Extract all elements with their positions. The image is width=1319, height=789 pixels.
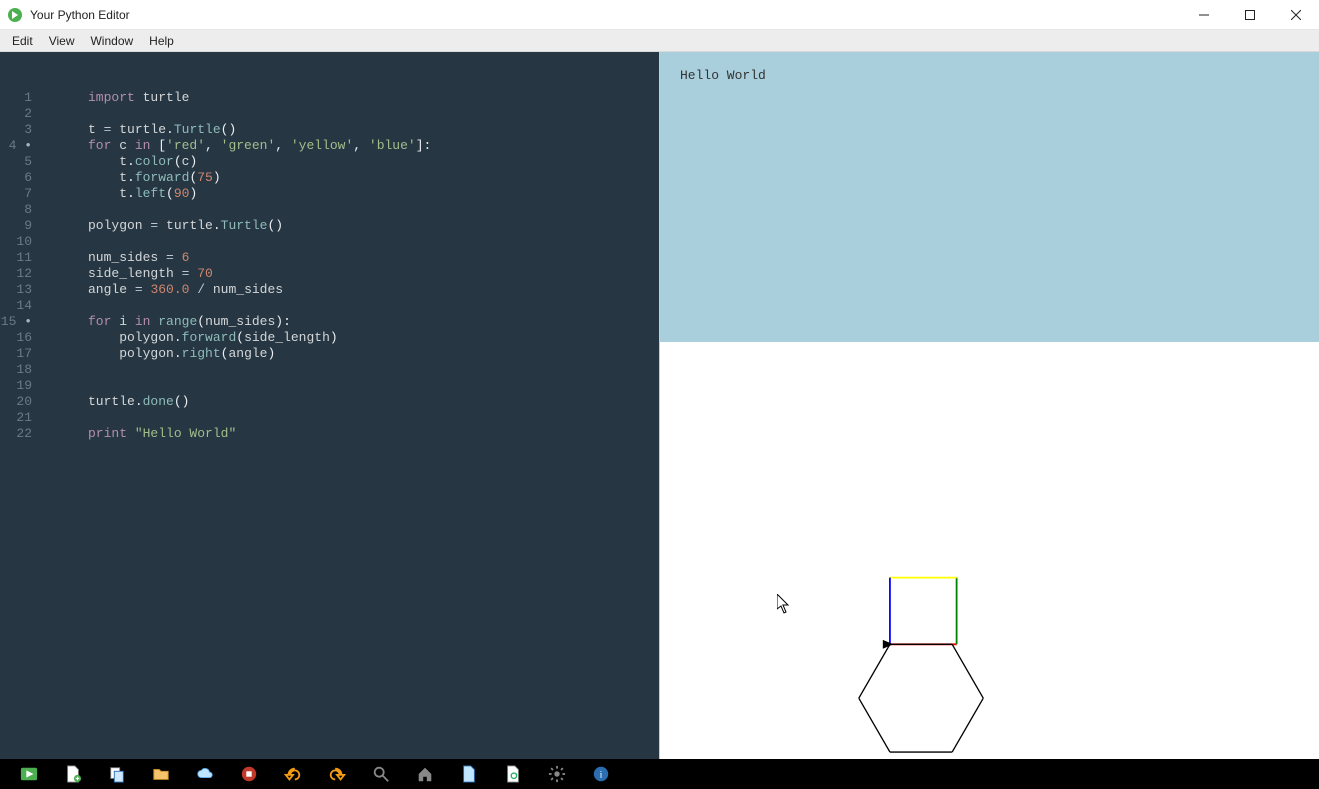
mouse-cursor-icon [777, 594, 791, 614]
line-number: 1 [0, 90, 32, 106]
copy-icon[interactable] [106, 763, 128, 785]
code-line[interactable]: polygon.forward(side_length) [88, 330, 659, 346]
settings-icon[interactable] [546, 763, 568, 785]
folder-icon[interactable] [150, 763, 172, 785]
code-line[interactable] [88, 378, 659, 394]
app-icon [8, 8, 22, 22]
code-line[interactable]: num_sides = 6 [88, 250, 659, 266]
code-line[interactable]: import turtle [88, 90, 659, 106]
menu-window[interactable]: Window [82, 32, 141, 50]
line-number: 2 [0, 106, 32, 122]
bottom-toolbar: i [0, 759, 1319, 789]
code-line[interactable]: for i in range(num_sides): [88, 314, 659, 330]
code-line[interactable]: t.forward(75) [88, 170, 659, 186]
code-line[interactable]: t = turtle.Turtle() [88, 122, 659, 138]
line-number: 18 [0, 362, 32, 378]
code-line[interactable]: for c in ['red', 'green', 'yellow', 'blu… [88, 138, 659, 154]
code-line[interactable] [88, 106, 659, 122]
refresh-file-icon[interactable] [502, 763, 524, 785]
code-line[interactable]: print "Hello World" [88, 426, 659, 442]
line-number: 14 [0, 298, 32, 314]
home-icon[interactable] [414, 763, 436, 785]
code-line[interactable] [88, 234, 659, 250]
line-number: 6 [0, 170, 32, 186]
cloud-icon[interactable] [194, 763, 216, 785]
search-icon[interactable] [370, 763, 392, 785]
svg-text:i: i [600, 770, 603, 781]
stop-icon[interactable] [238, 763, 260, 785]
line-number: 19 [0, 378, 32, 394]
code-line[interactable] [88, 298, 659, 314]
code-line[interactable]: side_length = 70 [88, 266, 659, 282]
console-output: Hello World [660, 52, 1319, 342]
console-text: Hello World [680, 68, 766, 83]
line-number: 5 [0, 154, 32, 170]
minimize-button[interactable] [1181, 0, 1227, 30]
menu-edit[interactable]: Edit [4, 32, 41, 50]
line-number: 7 [0, 186, 32, 202]
code-line[interactable] [88, 410, 659, 426]
menubar: Edit View Window Help [0, 30, 1319, 52]
new-file-icon[interactable] [62, 763, 84, 785]
line-number: 9 [0, 218, 32, 234]
code-line[interactable]: t.color(c) [88, 154, 659, 170]
code-line[interactable] [88, 202, 659, 218]
code-line[interactable]: t.left(90) [88, 186, 659, 202]
window-controls [1181, 0, 1319, 30]
line-number-gutter: 12345678910111213141516171819202122 [0, 90, 42, 759]
close-button[interactable] [1273, 0, 1319, 30]
code-line[interactable]: turtle.done() [88, 394, 659, 410]
line-number: 13 [0, 282, 32, 298]
line-number: 20 [0, 394, 32, 410]
menu-view[interactable]: View [41, 32, 83, 50]
redo-icon[interactable] [326, 763, 348, 785]
line-number: 17 [0, 346, 32, 362]
line-number: 8 [0, 202, 32, 218]
menu-help[interactable]: Help [141, 32, 182, 50]
code-body[interactable]: import turtle t = turtle.Turtle()for c in… [42, 90, 659, 759]
line-number: 4 [0, 138, 32, 154]
line-number: 22 [0, 426, 32, 442]
window-title: Your Python Editor [30, 8, 130, 22]
info-icon[interactable]: i [590, 763, 612, 785]
undo-icon[interactable] [282, 763, 304, 785]
line-number: 12 [0, 266, 32, 282]
main-area: 12345678910111213141516171819202122 impo… [0, 52, 1319, 759]
document-icon[interactable] [458, 763, 480, 785]
code-line[interactable] [88, 362, 659, 378]
line-number: 11 [0, 250, 32, 266]
code-line[interactable]: angle = 360.0 / num_sides [88, 282, 659, 298]
titlebar: Your Python Editor [0, 0, 1319, 30]
line-number: 10 [0, 234, 32, 250]
line-number: 21 [0, 410, 32, 426]
maximize-button[interactable] [1227, 0, 1273, 30]
line-number: 15 [0, 314, 32, 330]
output-panel: Hello World [659, 52, 1319, 759]
line-number: 16 [0, 330, 32, 346]
turtle-canvas [660, 342, 1319, 759]
line-number: 3 [0, 122, 32, 138]
code-line[interactable]: polygon = turtle.Turtle() [88, 218, 659, 234]
code-editor[interactable]: 12345678910111213141516171819202122 impo… [0, 52, 659, 759]
run-icon[interactable] [18, 763, 40, 785]
code-line[interactable]: polygon.right(angle) [88, 346, 659, 362]
